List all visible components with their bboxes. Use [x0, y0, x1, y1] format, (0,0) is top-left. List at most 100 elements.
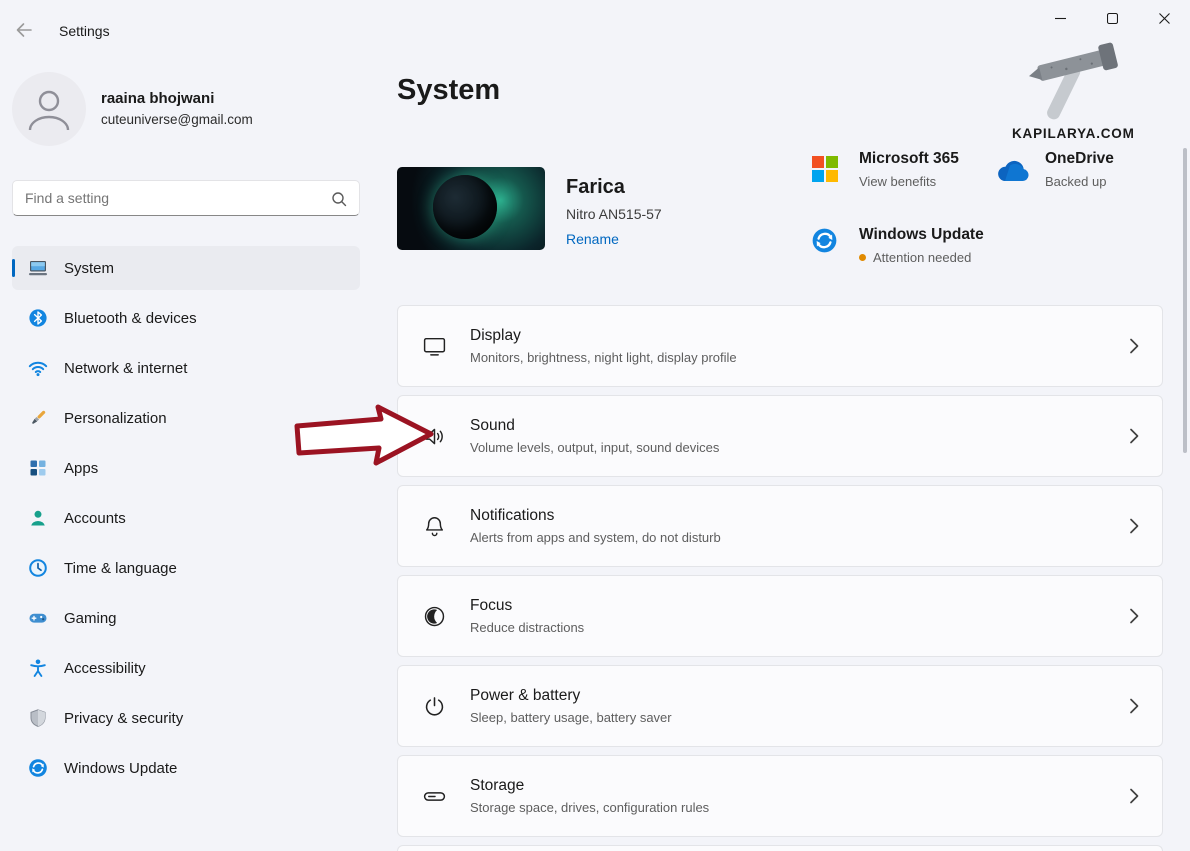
- sidebar-item-accounts[interactable]: Accounts: [12, 496, 360, 540]
- settings-card-notifications[interactable]: Notifications Alerts from apps and syste…: [397, 485, 1163, 567]
- onedrive-status[interactable]: OneDrive Backed up: [1045, 150, 1114, 189]
- watermark-text: KAPILARYA.COM: [1012, 126, 1135, 141]
- sidebar-item-label: Gaming: [64, 610, 117, 627]
- device-name: Farica: [566, 176, 625, 199]
- card-subtitle: Sleep, battery usage, battery saver: [470, 710, 672, 725]
- window-title: Settings: [59, 23, 110, 39]
- sidebar-item-privacy-security[interactable]: Privacy & security: [12, 696, 360, 740]
- user-email: cuteuniverse@gmail.com: [101, 112, 253, 127]
- windows-update-subtitle: Attention needed: [873, 250, 971, 265]
- onedrive-cloud-icon: [996, 160, 1032, 189]
- windows-update-status-icon: [811, 227, 838, 254]
- selected-accent-bar: [12, 259, 15, 277]
- sidebar-item-label: Network & internet: [64, 360, 187, 377]
- windows-update-status[interactable]: Windows Update Attention needed: [859, 226, 984, 265]
- attention-dot: [859, 254, 866, 261]
- chevron-right-icon: [1129, 698, 1140, 714]
- sidebar-item-label: Bluetooth & devices: [64, 310, 197, 327]
- device-model: Nitro AN515-57: [566, 206, 662, 222]
- system-icon: [28, 258, 48, 278]
- sidebar-item-label: Windows Update: [64, 760, 177, 777]
- search-input[interactable]: [13, 181, 359, 215]
- card-title: Focus: [470, 597, 584, 615]
- onedrive-title: OneDrive: [1045, 150, 1114, 168]
- hammer-icon: [1022, 26, 1134, 131]
- chevron-right-icon: [1129, 428, 1140, 444]
- focus-moon-icon: [418, 604, 450, 629]
- ms-square-red: [812, 156, 824, 168]
- bluetooth-icon: [28, 308, 48, 328]
- back-arrow-icon: [14, 20, 34, 43]
- settings-card-display[interactable]: Display Monitors, brightness, night ligh…: [397, 305, 1163, 387]
- scrollbar-thumb[interactable]: [1183, 148, 1187, 453]
- ms-square-green: [826, 156, 838, 168]
- sidebar-item-accessibility[interactable]: Accessibility: [12, 646, 360, 690]
- card-title: Display: [470, 327, 737, 345]
- sidebar-item-gaming[interactable]: Gaming: [12, 596, 360, 640]
- next-card-partial: [397, 845, 1163, 851]
- ms-square-blue: [812, 170, 824, 182]
- page-title: System: [397, 74, 500, 107]
- chevron-right-icon: [1129, 338, 1140, 354]
- person-icon: [28, 508, 48, 528]
- windows-update-icon: [28, 758, 48, 778]
- settings-window: Settings raaina bhojwani cuteuniverse@gm…: [0, 0, 1190, 851]
- card-subtitle: Alerts from apps and system, do not dist…: [470, 530, 721, 545]
- display-icon: [418, 334, 450, 359]
- bell-icon: [418, 514, 450, 539]
- microsoft-365-title: Microsoft 365: [859, 150, 959, 168]
- sidebar-item-label: Time & language: [64, 560, 177, 577]
- card-title: Power & battery: [470, 687, 672, 705]
- device-thumbnail: [397, 167, 545, 250]
- sidebar-item-time-language[interactable]: Time & language: [12, 546, 360, 590]
- minimize-icon: [1055, 12, 1066, 27]
- microsoft-365-subtitle: View benefits: [859, 174, 959, 189]
- sidebar-item-network-internet[interactable]: Network & internet: [12, 346, 360, 390]
- user-name: raaina bhojwani: [101, 90, 214, 107]
- sidebar-item-label: Personalization: [64, 410, 167, 427]
- card-subtitle: Storage space, drives, configuration rul…: [470, 800, 709, 815]
- annotation-arrow: [293, 403, 435, 472]
- sidebar-item-windows-update[interactable]: Windows Update: [12, 746, 360, 790]
- chevron-right-icon: [1129, 788, 1140, 804]
- storage-drive-icon: [418, 784, 450, 809]
- ms-square-yellow: [826, 170, 838, 182]
- card-title: Notifications: [470, 507, 721, 525]
- sidebar-item-system[interactable]: System: [12, 246, 360, 290]
- accessibility-person-icon: [28, 658, 48, 678]
- card-title: Sound: [470, 417, 719, 435]
- paintbrush-icon: [28, 408, 48, 428]
- close-button[interactable]: [1138, 0, 1190, 38]
- rename-link[interactable]: Rename: [566, 231, 619, 247]
- maximize-icon: [1107, 12, 1118, 27]
- settings-card-storage[interactable]: Storage Storage space, drives, configura…: [397, 755, 1163, 837]
- back-button[interactable]: [8, 16, 40, 46]
- search-icon[interactable]: [331, 191, 347, 212]
- settings-card-focus[interactable]: Focus Reduce distractions: [397, 575, 1163, 657]
- card-subtitle: Reduce distractions: [470, 620, 584, 635]
- microsoft-365-icon: [812, 156, 838, 182]
- avatar[interactable]: [12, 72, 86, 146]
- clock-icon: [28, 558, 48, 578]
- gamepad-icon: [28, 608, 48, 628]
- windows-update-title: Windows Update: [859, 226, 984, 244]
- power-icon: [418, 694, 450, 719]
- settings-card-sound[interactable]: Sound Volume levels, output, input, soun…: [397, 395, 1163, 477]
- sidebar-item-label: Accounts: [64, 510, 126, 527]
- microsoft-365-status[interactable]: Microsoft 365 View benefits: [859, 150, 959, 189]
- wifi-icon: [28, 358, 48, 378]
- planet-graphic: [433, 175, 497, 239]
- sidebar-item-label: Privacy & security: [64, 710, 183, 727]
- chevron-right-icon: [1129, 518, 1140, 534]
- sidebar-item-label: System: [64, 260, 114, 277]
- sidebar-item-bluetooth-devices[interactable]: Bluetooth & devices: [12, 296, 360, 340]
- shield-icon: [28, 708, 48, 728]
- sidebar: System Bluetooth & devices Network & int…: [12, 246, 360, 796]
- apps-grid-icon: [28, 458, 48, 478]
- card-subtitle: Monitors, brightness, night light, displ…: [470, 350, 737, 365]
- onedrive-subtitle: Backed up: [1045, 174, 1114, 189]
- card-subtitle: Volume levels, output, input, sound devi…: [470, 440, 719, 455]
- settings-card-power-battery[interactable]: Power & battery Sleep, battery usage, ba…: [397, 665, 1163, 747]
- sidebar-item-label: Accessibility: [64, 660, 146, 677]
- search-box: [12, 180, 360, 216]
